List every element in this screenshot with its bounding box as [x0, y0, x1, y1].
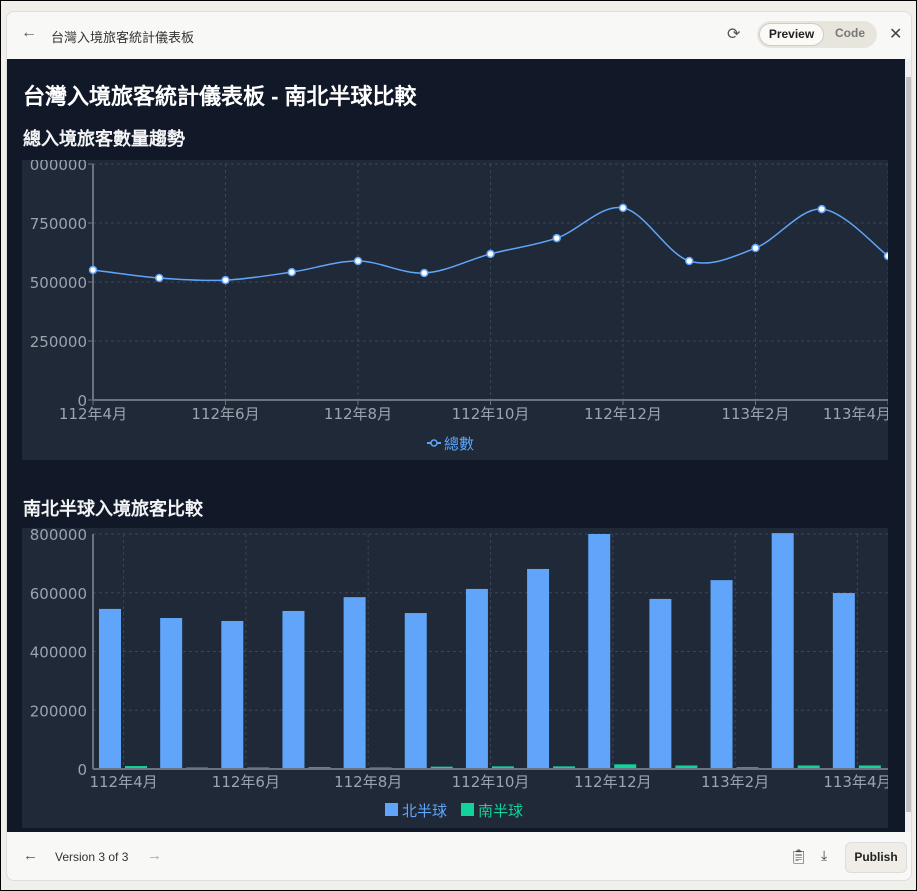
y-tick-label: 250000: [30, 333, 87, 351]
page-title: 台灣入境旅客統計儀表板 - 南北半球比較: [23, 84, 417, 109]
bar-north: [649, 598, 672, 769]
scrollbar[interactable]: [905, 59, 911, 832]
legend-label: 總數: [444, 435, 474, 453]
data-point: [88, 265, 98, 275]
prev-version-icon[interactable]: ←: [23, 847, 38, 864]
bar-north: [160, 618, 183, 769]
data-point: [618, 203, 628, 213]
x-tick-label: 112年8月: [334, 773, 402, 791]
next-version-icon[interactable]: →: [147, 847, 162, 864]
x-tick-label: 112年12月: [574, 773, 652, 791]
artifact-title: 台灣入境旅客統計儀表板: [51, 30, 195, 45]
data-point: [486, 249, 495, 259]
tab-preview[interactable]: Preview: [759, 23, 824, 46]
bar-north: [527, 568, 550, 769]
bar-north: [465, 588, 488, 769]
bar-chart-panel: 0 200000 400000 600000 800000 112年4月 112年6月 112…: [22, 526, 892, 828]
bar-north: [710, 580, 733, 769]
footer: ← Version 3 of 3 → 📋︎ ⤓ Publish: [7, 832, 911, 880]
x-tick-label: 112年10月: [452, 773, 530, 791]
bar-north: [343, 597, 366, 769]
data-point: [883, 251, 893, 261]
data-point: [353, 256, 363, 266]
x-tick-label: 112年6月: [212, 773, 280, 791]
legend-north-swatch: [385, 803, 398, 816]
line-chart-panel: 0 250000 500000 750000 000000 112年4月 112年6月 112…: [22, 156, 893, 460]
x-tick-label: 113年2月: [701, 773, 769, 791]
y-tick-label: 600000: [30, 585, 87, 603]
x-tick-label: 113年4月: [823, 405, 888, 423]
data-point: [221, 275, 230, 285]
y-tick-label: 400000: [30, 644, 87, 662]
data-point: [685, 256, 694, 266]
data-point: [155, 273, 164, 283]
bar-chart-title: 南北半球入境旅客比較: [23, 499, 203, 519]
y-tick-label: 200000: [30, 702, 87, 720]
view-toggle: Preview Code: [757, 21, 877, 48]
bar-chart: 0 200000 400000 600000 800000 112年4月 112年6月 112…: [30, 526, 892, 820]
x-tick-label: 112年4月: [89, 773, 157, 791]
tab-code[interactable]: Code: [835, 26, 865, 40]
download-icon[interactable]: ⤓: [821, 847, 827, 864]
bar-north: [282, 610, 305, 769]
legend-label: 南半球: [478, 802, 523, 820]
line-chart-title: 總入境旅客數量趨勢: [23, 129, 185, 149]
preview-content: 台灣入境旅客統計儀表板 - 南北半球比較 總入境旅客數量趨勢 0 250000 50…: [7, 59, 905, 832]
x-tick-label: 113年4月: [823, 773, 888, 791]
legend-marker-icon: [430, 439, 438, 447]
y-tick-label: 000000: [30, 160, 87, 174]
copy-icon[interactable]: 📋︎: [790, 848, 808, 865]
scrollbar-thumb[interactable]: [906, 77, 911, 812]
data-point: [552, 233, 561, 243]
publish-button[interactable]: Publish: [845, 842, 907, 873]
header: ← 台灣入境旅客統計儀表板 ⟳ Preview Code ✕: [7, 12, 911, 59]
y-tick-label: 0: [77, 761, 87, 779]
y-tick-label: 800000: [30, 528, 87, 544]
bar-north: [588, 534, 611, 769]
x-tick-label: 113年2月: [721, 405, 789, 423]
bar-north: [221, 620, 244, 769]
data-point: [420, 268, 429, 278]
close-icon[interactable]: ✕: [889, 24, 902, 44]
x-tick-label: 112年10月: [452, 405, 530, 423]
data-point: [287, 267, 296, 277]
line-chart: 0250000500000750000000000112年4月 112年6月 112…: [30, 156, 893, 453]
legend-south-swatch: [461, 803, 474, 816]
y-tick-label: 500000: [30, 274, 87, 292]
bar-north: [832, 593, 855, 769]
back-arrow-icon[interactable]: ←: [21, 24, 37, 42]
data-point: [817, 204, 826, 214]
y-tick-label: 750000: [30, 215, 87, 233]
x-tick-label: 112年6月: [191, 405, 259, 423]
x-tick-label: 112年4月: [59, 405, 127, 423]
refresh-icon[interactable]: ⟳: [727, 24, 740, 44]
bar-north: [404, 613, 427, 769]
artifact-window: ← 台灣入境旅客統計儀表板 ⟳ Preview Code ✕ 台灣入境旅客統計儀…: [6, 11, 912, 881]
version-label: Version 3 of 3: [55, 850, 129, 864]
bar-north: [771, 533, 794, 769]
x-tick-label: 112年12月: [584, 405, 662, 423]
bar-north: [99, 608, 121, 769]
legend-label: 北半球: [402, 802, 447, 820]
data-point: [751, 243, 760, 253]
x-tick-label: 112年8月: [324, 405, 392, 423]
